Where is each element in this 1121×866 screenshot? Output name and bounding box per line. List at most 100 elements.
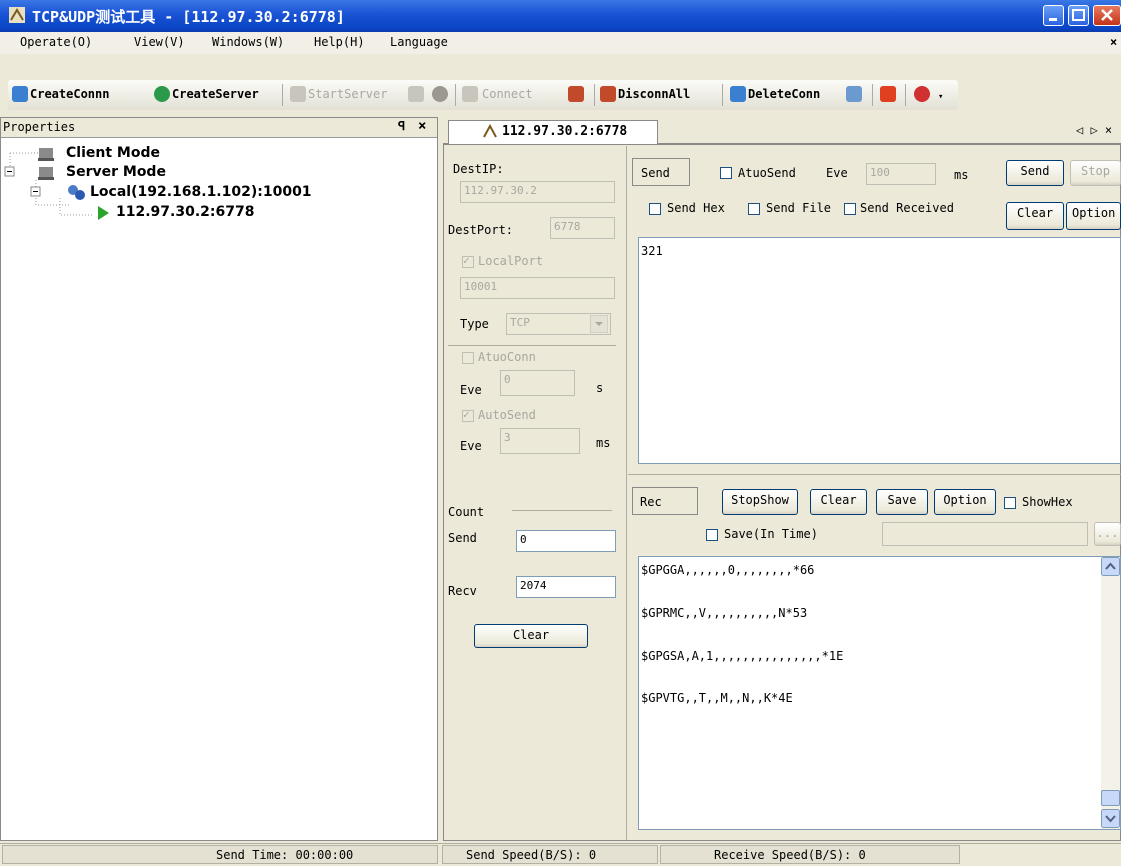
stop-show-button[interactable]: StopShow xyxy=(722,489,798,515)
toolbar-separator xyxy=(905,84,906,106)
count-clear-button[interactable]: Clear xyxy=(474,624,588,648)
chevron-down-icon[interactable] xyxy=(590,315,608,333)
receive-line: $GPVTG,,T,,M,,N,,K*4E xyxy=(641,691,793,705)
auto-send-label: AutoSend xyxy=(478,408,536,422)
tree-item-client-mode[interactable]: Client Mode xyxy=(66,145,160,161)
stop-button[interactable]: Stop xyxy=(1070,160,1121,186)
receive-line: $GPGSA,A,1,,,,,,,,,,,,,,,*1E xyxy=(641,649,844,663)
tree-item-connection[interactable]: 112.97.30.2:6778 xyxy=(116,204,254,220)
save-path-field[interactable] xyxy=(882,522,1088,546)
toolbar-separator xyxy=(722,84,723,106)
local-port-checkbox[interactable] xyxy=(462,254,474,268)
count-title: Count xyxy=(448,505,485,519)
atuo-send-checkbox[interactable] xyxy=(720,167,732,179)
delete-server-icon[interactable] xyxy=(432,86,448,102)
splitter[interactable] xyxy=(626,146,627,840)
eve-conn-field[interactable]: 0 xyxy=(500,370,575,396)
toolbar-separator xyxy=(455,84,456,106)
local-port-field[interactable]: 10001 xyxy=(460,277,615,299)
stop-server-icon[interactable] xyxy=(408,86,424,102)
pin-icon[interactable]: ꟼ xyxy=(398,119,405,133)
dest-ip-field[interactable]: 112.97.30.2 xyxy=(460,181,615,203)
send-file-checkbox[interactable] xyxy=(748,203,760,215)
disconn-all-icon xyxy=(600,86,616,102)
type-label: Type xyxy=(460,317,489,331)
client-mode-icon xyxy=(38,148,54,161)
rec-clear-button[interactable]: Clear xyxy=(810,489,867,515)
send-hex-checkbox[interactable] xyxy=(649,203,661,215)
send-clear-button[interactable]: Clear xyxy=(1006,202,1064,230)
create-server-icon xyxy=(154,86,170,102)
send-textarea[interactable] xyxy=(638,237,1121,464)
menu-close-icon[interactable]: × xyxy=(1110,35,1117,49)
count-recv-label: Recv xyxy=(448,584,477,598)
local-port-label: LocalPort xyxy=(478,254,544,268)
window-title: TCP&UDP测试工具 - [112.97.30.2:6778] xyxy=(32,8,345,26)
dest-ip-label: DestIP: xyxy=(453,162,504,176)
dest-port-field[interactable]: 6778 xyxy=(550,217,615,239)
connect-button[interactable]: Connect xyxy=(482,87,533,101)
count-send-field[interactable]: 0 xyxy=(516,530,616,552)
tab-nav-icons[interactable]: ◁ ▷ × xyxy=(1076,123,1112,137)
send-button[interactable]: Send xyxy=(1006,160,1064,186)
send-content: 321 xyxy=(641,244,663,258)
scroll-up-icon[interactable] xyxy=(1101,557,1120,576)
rec-save-button[interactable]: Save xyxy=(876,489,928,515)
minimize-button[interactable] xyxy=(1043,5,1064,26)
exit-icon[interactable] xyxy=(914,86,930,102)
receive-line: $GPGGA,,,,,,0,,,,,,,,*66 xyxy=(641,563,815,577)
menu-windows[interactable]: Windows(W) xyxy=(212,35,284,49)
stop-icon[interactable] xyxy=(880,86,896,102)
receive-line: $GPRMC,,V,,,,,,,,,,N*53 xyxy=(641,606,808,620)
count-recv-field[interactable]: 2074 xyxy=(516,576,616,598)
menu-operate[interactable]: Operate(O) xyxy=(20,35,92,49)
disconnect-icon[interactable] xyxy=(568,86,584,102)
tree-item-server-mode[interactable]: Server Mode xyxy=(66,164,166,180)
toolbar-overflow-icon[interactable]: ▾ xyxy=(938,92,943,102)
maximize-button[interactable] xyxy=(1068,5,1089,26)
auto-send-checkbox[interactable] xyxy=(462,408,474,422)
send-eve-label: Eve xyxy=(826,166,848,180)
start-server-icon xyxy=(290,86,306,102)
send-interval-field[interactable]: 100 xyxy=(866,163,936,185)
send-file-label: Send File xyxy=(766,201,832,215)
toolbar-separator xyxy=(872,84,873,106)
close-button[interactable] xyxy=(1093,5,1121,26)
delete-all-icon[interactable] xyxy=(846,86,862,102)
menu-language[interactable]: Language xyxy=(390,35,448,49)
save-in-time-checkbox[interactable] xyxy=(706,529,718,541)
receive-scrollbar[interactable] xyxy=(1101,557,1120,829)
menu-help[interactable]: Help(H) xyxy=(314,35,365,49)
eve-send-field[interactable]: 3 xyxy=(500,428,580,454)
scroll-down-icon[interactable] xyxy=(1101,809,1120,828)
send-title: Send xyxy=(641,166,670,180)
start-server-button[interactable]: StartServer xyxy=(308,87,387,101)
tab-label[interactable]: 112.97.30.2:6778 xyxy=(502,124,627,139)
tree-item-local[interactable]: Local(192.168.1.102):10001 xyxy=(90,184,312,200)
send-time-status: Send Time: 00:00:00 xyxy=(216,848,354,862)
h-splitter[interactable] xyxy=(628,474,1121,475)
atuo-conn-checkbox[interactable] xyxy=(462,352,474,364)
show-hex-checkbox[interactable] xyxy=(1004,497,1016,509)
close-panel-icon[interactable]: × xyxy=(418,118,426,134)
eve-send-label: Eve xyxy=(460,439,482,453)
create-server-button[interactable]: CreateServer xyxy=(172,87,259,101)
eve-conn-unit: s xyxy=(596,381,604,395)
menu-view[interactable]: View(V) xyxy=(134,35,185,49)
atuo-conn-label: AtuoConn xyxy=(478,350,536,364)
properties-title: Properties xyxy=(3,120,76,134)
count-send-label: Send xyxy=(448,531,477,545)
disconn-all-button[interactable]: DisconnAll xyxy=(618,87,690,101)
send-option-button[interactable]: Option xyxy=(1066,202,1121,230)
rec-option-button[interactable]: Option xyxy=(934,489,996,515)
receive-speed-status: Receive Speed(B/S): 0 xyxy=(714,848,866,862)
server-mode-icon xyxy=(38,167,54,180)
delete-conn-icon xyxy=(730,86,746,102)
send-received-checkbox[interactable] xyxy=(844,203,856,215)
create-conn-button[interactable]: CreateConnn xyxy=(30,87,109,101)
send-hex-label: Send Hex xyxy=(667,201,725,215)
count-divider xyxy=(512,510,612,511)
browse-button[interactable]: ... xyxy=(1094,522,1121,546)
delete-conn-button[interactable]: DeleteConn xyxy=(748,87,820,101)
scroll-thumb[interactable] xyxy=(1101,790,1120,806)
